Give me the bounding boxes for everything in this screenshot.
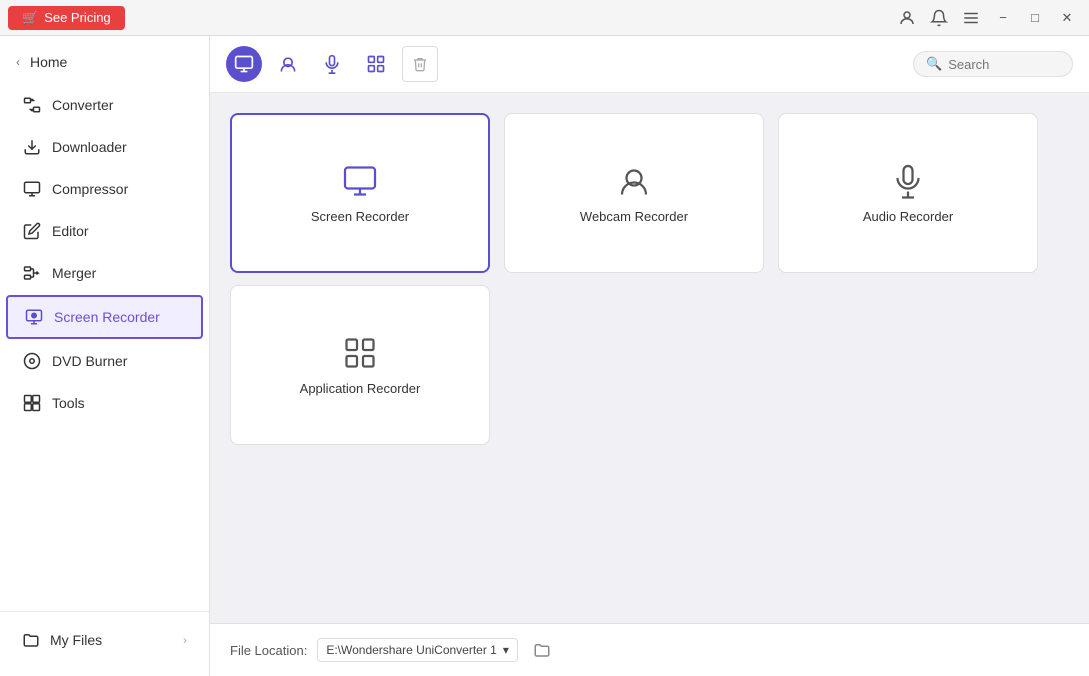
screen-recorder-icon xyxy=(24,307,44,327)
my-files-label: My Files xyxy=(50,632,102,648)
webcam-recorder-card-icon xyxy=(616,163,652,199)
toolbar-trash-button[interactable] xyxy=(402,46,438,82)
title-bar: 🛒 See Pricing − □ ✕ xyxy=(0,0,1089,36)
app-body: ‹ Home Converter Downloader xyxy=(0,36,1089,676)
screen-recorder-card[interactable]: Screen Recorder xyxy=(230,113,490,273)
sidebar-item-converter[interactable]: Converter xyxy=(6,85,203,125)
my-files-item[interactable]: My Files › xyxy=(6,621,203,659)
screen-recorder-card-icon xyxy=(342,163,378,199)
search-icon: 🔍 xyxy=(926,56,942,72)
merger-icon xyxy=(22,263,42,283)
compressor-label: Compressor xyxy=(52,181,128,197)
audio-recorder-card-icon xyxy=(890,163,926,199)
bottom-bar: File Location: E:\Wondershare UniConvert… xyxy=(210,623,1089,676)
file-location-dropdown[interactable]: E:\Wondershare UniConverter 1 ▾ xyxy=(317,638,518,662)
webcam-recorder-card-label: Webcam Recorder xyxy=(580,209,688,224)
content-area: Screen Recorder Webcam Recorder xyxy=(210,93,1089,623)
sidebar-item-compressor[interactable]: Compressor xyxy=(6,169,203,209)
toolbar-tab-audio[interactable] xyxy=(314,46,350,82)
audio-recorder-card-label: Audio Recorder xyxy=(863,209,953,224)
file-location-label: File Location: xyxy=(230,643,307,658)
my-files-chevron-icon: › xyxy=(183,633,187,647)
dvd-burner-label: DVD Burner xyxy=(52,353,127,369)
main-content: 🔍 Screen Recorder xyxy=(210,36,1089,676)
screen-recorder-label: Screen Recorder xyxy=(54,309,160,325)
sidebar-item-tools[interactable]: Tools xyxy=(6,383,203,423)
sidebar-item-downloader[interactable]: Downloader xyxy=(6,127,203,167)
editor-icon xyxy=(22,221,42,241)
compressor-icon xyxy=(22,179,42,199)
application-recorder-card-label: Application Recorder xyxy=(300,381,421,396)
my-files-icon xyxy=(22,631,40,649)
converter-label: Converter xyxy=(52,97,113,113)
maximize-button[interactable]: □ xyxy=(1021,4,1049,32)
webcam-recorder-card[interactable]: Webcam Recorder xyxy=(504,113,764,273)
toolbar-tab-apps[interactable] xyxy=(358,46,394,82)
cards-row-2: Application Recorder xyxy=(230,285,1069,445)
sidebar-item-screen-recorder[interactable]: Screen Recorder xyxy=(6,295,203,339)
dropdown-arrow-icon: ▾ xyxy=(503,643,509,657)
tools-icon xyxy=(22,393,42,413)
application-recorder-card-icon xyxy=(342,335,378,371)
open-folder-button[interactable] xyxy=(528,636,556,664)
sidebar-bottom: My Files › xyxy=(0,611,209,668)
audio-recorder-card[interactable]: Audio Recorder xyxy=(778,113,1038,273)
close-button[interactable]: ✕ xyxy=(1053,4,1081,32)
home-label: Home xyxy=(30,54,67,70)
downloader-icon xyxy=(22,137,42,157)
minimize-button[interactable]: − xyxy=(989,4,1017,32)
see-pricing-label: See Pricing xyxy=(44,10,110,25)
file-path-text: E:\Wondershare UniConverter 1 xyxy=(326,643,497,657)
toolbar-tab-screen[interactable] xyxy=(226,46,262,82)
search-container: 🔍 xyxy=(913,51,1073,77)
sidebar-item-merger[interactable]: Merger xyxy=(6,253,203,293)
chevron-left-icon: ‹ xyxy=(16,55,20,69)
toolbar-tab-webcam[interactable] xyxy=(270,46,306,82)
menu-icon-button[interactable] xyxy=(957,4,985,32)
dvd-burner-icon xyxy=(22,351,42,371)
sidebar-home[interactable]: ‹ Home xyxy=(0,44,209,80)
user-icon-button[interactable] xyxy=(893,4,921,32)
editor-label: Editor xyxy=(52,223,89,239)
top-toolbar: 🔍 xyxy=(210,36,1089,93)
sidebar-item-editor[interactable]: Editor xyxy=(6,211,203,251)
notification-icon-button[interactable] xyxy=(925,4,953,32)
screen-recorder-card-label: Screen Recorder xyxy=(311,209,409,224)
see-pricing-button[interactable]: 🛒 See Pricing xyxy=(8,6,125,30)
sidebar: ‹ Home Converter Downloader xyxy=(0,36,210,676)
application-recorder-card[interactable]: Application Recorder xyxy=(230,285,490,445)
cart-icon: 🛒 xyxy=(22,10,38,26)
converter-icon xyxy=(22,95,42,115)
merger-label: Merger xyxy=(52,265,96,281)
cards-row-1: Screen Recorder Webcam Recorder xyxy=(230,113,1069,273)
tools-label: Tools xyxy=(52,395,85,411)
downloader-label: Downloader xyxy=(52,139,127,155)
search-input[interactable] xyxy=(948,57,1060,72)
sidebar-item-dvd-burner[interactable]: DVD Burner xyxy=(6,341,203,381)
